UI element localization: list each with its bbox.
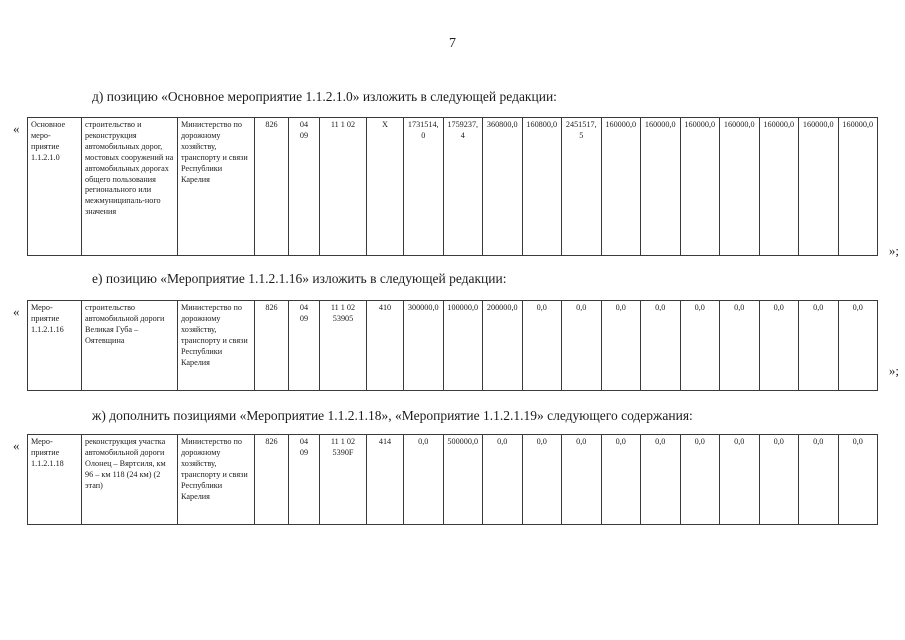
quote-open-2: « — [13, 304, 20, 319]
table-block-2: « Меро- приятие 1.1.2.1.16 строительство… — [0, 300, 905, 391]
quote-open-3: « — [13, 438, 20, 453]
cell-value: 160000,0 — [798, 117, 839, 256]
cell-value: 500000,0 — [442, 434, 483, 525]
cell-value: 0,0 — [561, 300, 602, 391]
cell-value: 100000,0 — [442, 300, 483, 391]
cell-executor: Министерство по дорожному хозяйству, тра… — [177, 434, 255, 525]
cell-value: 0,0 — [640, 300, 681, 391]
cell-value: 0,0 — [798, 300, 839, 391]
cell-value: 0,0 — [482, 434, 523, 525]
paragraph-e: е) позицию «Мероприятие 1.1.2.1.16» изло… — [92, 271, 507, 286]
cell-value: 0,0 — [600, 300, 641, 391]
cell-description: строительство автомобильной дороги Велик… — [81, 300, 178, 391]
cell-value: 0,0 — [640, 434, 681, 525]
table-meropriyatie-1-1-2-1-16: Меро- приятие 1.1.2.1.16 строительство а… — [27, 300, 878, 391]
cell-vr: 414 — [366, 434, 404, 525]
paragraph-zh: ж) дополнить позициями «Мероприятие 1.1.… — [92, 408, 693, 423]
cell-measure-name: Меро- приятие 1.1.2.1.18 — [27, 434, 82, 525]
cell-csr: 11 1 02 5390F — [319, 434, 367, 525]
cell-measure-name: Меро- приятие 1.1.2.1.16 — [27, 300, 82, 391]
cell-value: 0,0 — [600, 434, 641, 525]
page-number: 7 — [449, 36, 456, 51]
cell-measure-name: Основное меро- приятие 1.1.2.1.0 — [27, 117, 82, 256]
cell-csr: 11 1 02 — [319, 117, 367, 256]
quote-close-2: »; — [888, 363, 899, 378]
cell-value: 200000,0 — [482, 300, 523, 391]
cell-value: 0,0 — [521, 300, 562, 391]
cell-value: 160000,0 — [758, 117, 799, 256]
cell-csr: 11 1 02 53905 — [319, 300, 367, 391]
cell-rz-pr: 04 09 — [288, 117, 320, 256]
cell-rz-pr: 04 09 — [288, 434, 320, 525]
cell-value: 160000,0 — [719, 117, 760, 256]
cell-value: 0,0 — [719, 300, 760, 391]
cell-vr: X — [366, 117, 404, 256]
cell-description: строительство и реконструкция автомобиль… — [81, 117, 178, 256]
cell-value: 160000,0 — [600, 117, 641, 256]
cell-value: 0,0 — [719, 434, 760, 525]
cell-value: 0,0 — [837, 434, 878, 525]
cell-value: 2451517,5 — [561, 117, 602, 256]
table-row: Меро- приятие 1.1.2.1.16 строительство а… — [27, 300, 878, 391]
cell-executor: Министерство по дорожному хозяйству, тра… — [177, 117, 255, 256]
cell-gl: 826 — [254, 434, 289, 525]
cell-value: 160000,0 — [640, 117, 681, 256]
cell-value: 0,0 — [561, 434, 602, 525]
quote-open-1: « — [13, 121, 20, 136]
table-row: Меро- приятие 1.1.2.1.18 реконструкция у… — [27, 434, 878, 525]
cell-vr: 410 — [366, 300, 404, 391]
cell-value: 0,0 — [758, 300, 799, 391]
cell-gl: 826 — [254, 300, 289, 391]
cell-value: 0,0 — [679, 434, 720, 525]
table-block-1: « Основное меро- приятие 1.1.2.1.0 строи… — [0, 117, 905, 258]
cell-value: 1759237,4 — [442, 117, 483, 256]
document-page: 7 д) позицию «Основное мероприятие 1.1.2… — [0, 0, 905, 640]
cell-value: 0,0 — [521, 434, 562, 525]
table-meropriyatie-1-1-2-1-18: Меро- приятие 1.1.2.1.18 реконструкция у… — [27, 434, 878, 525]
table-block-3: « Меро- приятие 1.1.2.1.18 реконструкция… — [0, 434, 905, 525]
cell-value: 160000,0 — [679, 117, 720, 256]
cell-value: 0,0 — [679, 300, 720, 391]
cell-value: 1731514,0 — [403, 117, 444, 256]
cell-description: реконструкция участка автомобильной доро… — [81, 434, 178, 525]
table-row: Основное меро- приятие 1.1.2.1.0 строите… — [27, 117, 878, 256]
cell-value: 0,0 — [837, 300, 878, 391]
cell-gl: 826 — [254, 117, 289, 256]
paragraph-d: д) позицию «Основное мероприятие 1.1.2.1… — [92, 89, 557, 104]
cell-value: 0,0 — [403, 434, 444, 525]
quote-close-1: »; — [888, 243, 899, 258]
cell-value: 0,0 — [798, 434, 839, 525]
cell-value: 160000,0 — [837, 117, 878, 256]
cell-value: 160800,0 — [521, 117, 562, 256]
cell-value: 360800,0 — [482, 117, 523, 256]
cell-rz-pr: 04 09 — [288, 300, 320, 391]
cell-executor: Министерство по дорожному хозяйству, тра… — [177, 300, 255, 391]
cell-value: 0,0 — [758, 434, 799, 525]
cell-value: 300000,0 — [403, 300, 444, 391]
table-osnovnoe-1-1-2-1-0: Основное меро- приятие 1.1.2.1.0 строите… — [27, 117, 878, 256]
